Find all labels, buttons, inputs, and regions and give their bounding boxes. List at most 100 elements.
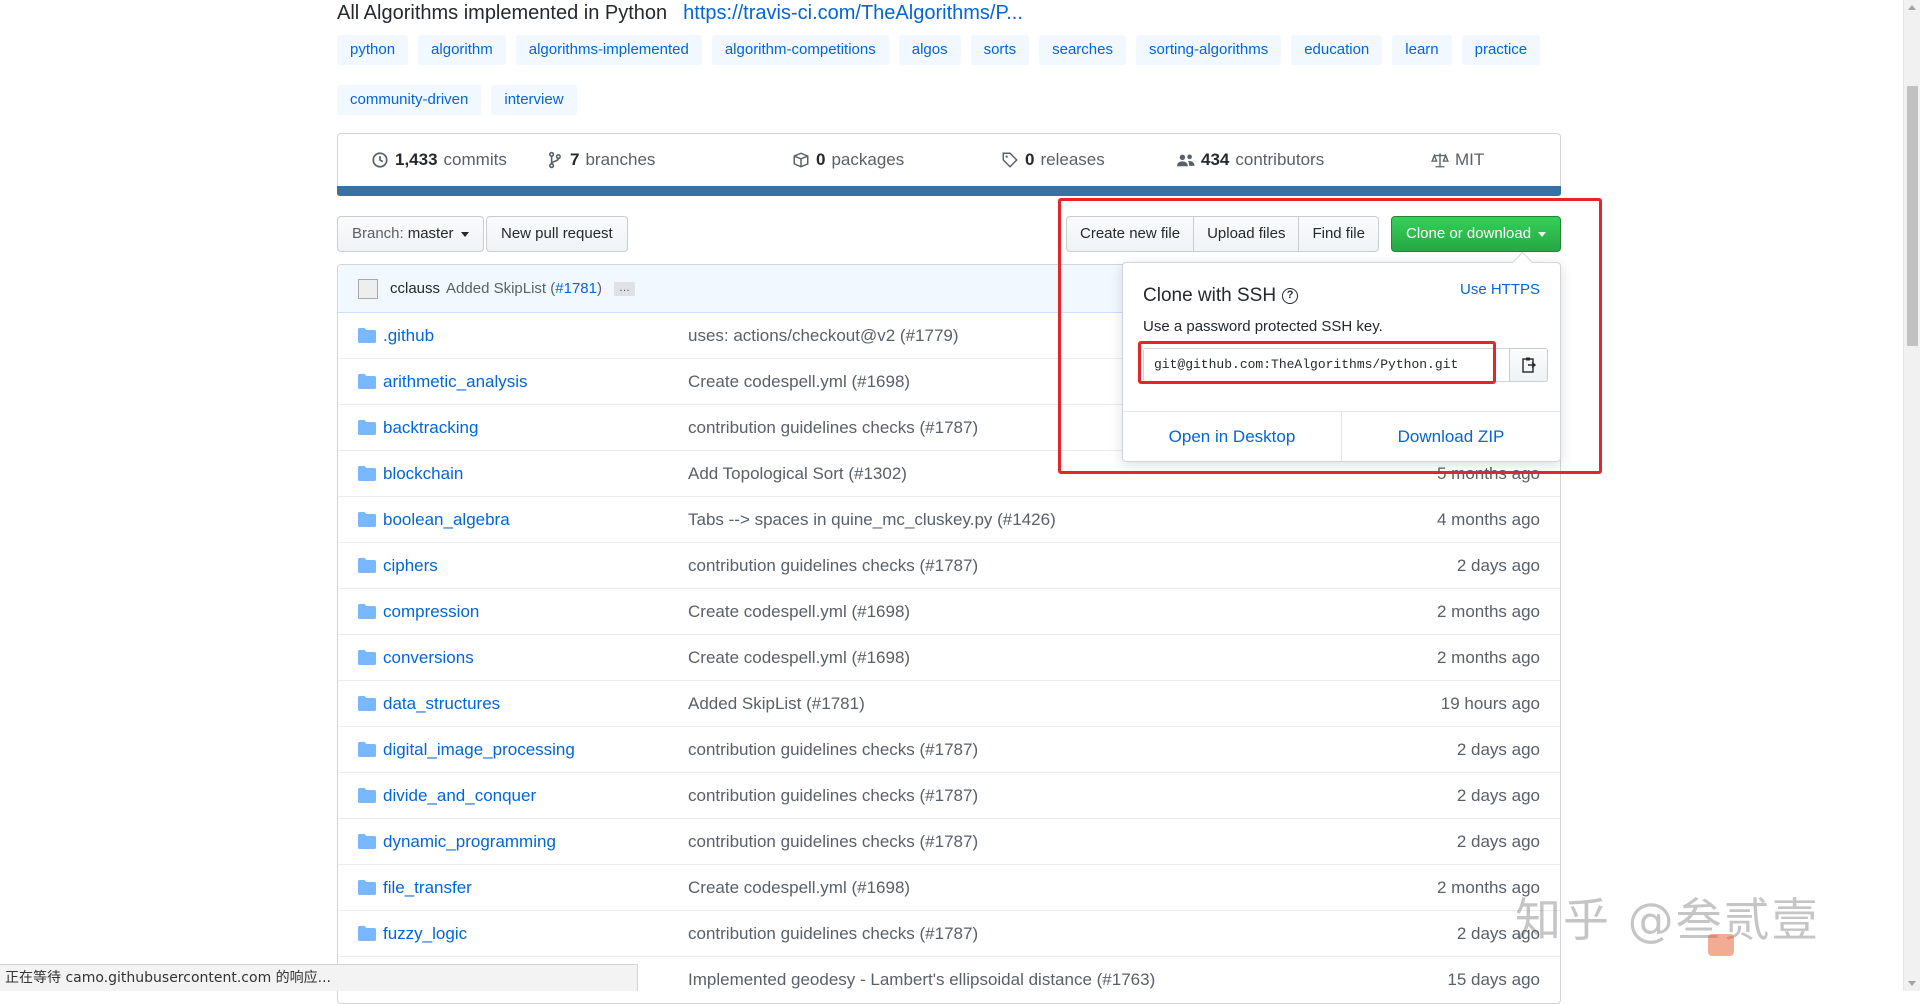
commit-pr-link[interactable]: #1781 — [555, 280, 597, 297]
table-row[interactable]: conversions Create codespell.yml (#1698) 2… — [338, 635, 1560, 681]
question-icon[interactable]: ? — [1282, 288, 1299, 304]
scrollbar-thumb[interactable] — [1907, 86, 1918, 346]
clone-popup-description: Use a password protected SSH key. — [1143, 318, 1383, 335]
table-row[interactable]: fuzzy_logic contribution guidelines check… — [338, 911, 1560, 957]
expand-commit-button[interactable]: … — [613, 281, 635, 296]
clone-url-input[interactable]: git@github.com:TheAlgorithms/Python.git — [1143, 348, 1510, 382]
file-commit-message[interactable]: Create codespell.yml (#1698) — [688, 602, 910, 622]
file-age: 5 months ago — [1436, 463, 1540, 483]
find-file-button[interactable]: Find file — [1298, 216, 1379, 252]
file-name-link[interactable]: fuzzy_logic — [383, 924, 467, 944]
file-commit-message[interactable]: Tabs --> spaces in quine_mc_cluskey.py (… — [688, 510, 1056, 530]
browser-status-bar: 正在等待 camo.githubusercontent.com 的响应... — [0, 964, 638, 991]
file-commit-message[interactable]: Create codespell.yml (#1698) — [688, 372, 910, 392]
table-row[interactable]: data_structures Added SkipList (#1781) 19 … — [338, 681, 1560, 727]
file-commit-message[interactable]: contribution guidelines checks (#1787) — [688, 924, 978, 944]
file-name-link[interactable]: data_structures — [383, 694, 500, 714]
file-commit-message[interactable]: contribution guidelines checks (#1787) — [688, 832, 978, 852]
file-commit-message[interactable]: Create codespell.yml (#1698) — [688, 878, 910, 898]
table-row[interactable]: divide_and_conquer contribution guideline… — [338, 773, 1560, 819]
file-actions-group: Create new file Upload files Find file — [1066, 216, 1379, 252]
copy-url-button[interactable] — [1509, 348, 1548, 382]
folder-icon — [358, 834, 376, 849]
branches-label: branches — [585, 150, 656, 169]
use-https-link[interactable]: Use HTTPS — [1460, 281, 1540, 298]
repo-description: All Algorithms implemented in Python — [337, 1, 668, 24]
repo-website-link[interactable]: https://travis-ci.com/TheAlgorithms/P... — [683, 2, 1023, 25]
folder-icon — [358, 742, 376, 757]
scroll-up-icon[interactable] — [1908, 5, 1916, 10]
branch-select-button[interactable]: Branch: master — [337, 216, 484, 252]
table-row[interactable]: digital_image_processing contribution gui… — [338, 727, 1560, 773]
commit-author[interactable]: cclauss — [390, 280, 440, 297]
folder-icon — [358, 466, 376, 481]
file-name-link[interactable]: conversions — [383, 648, 474, 668]
new-pull-request-button[interactable]: New pull request — [486, 216, 628, 252]
file-commit-message[interactable]: contribution guidelines checks (#1787) — [688, 556, 978, 576]
file-commit-message[interactable]: contribution guidelines checks (#1787) — [688, 786, 978, 806]
releases-link[interactable]: 0 releases — [1001, 150, 1105, 170]
file-commit-message[interactable]: uses: actions/checkout@v2 (#1779) — [688, 326, 959, 346]
avatar[interactable] — [358, 278, 378, 299]
folder-icon — [358, 374, 376, 389]
repo-numbers-summary: 1,433 commits 7 branches 0 packages 0 re… — [337, 133, 1561, 196]
open-in-desktop-button[interactable]: Open in Desktop — [1123, 412, 1342, 461]
file-name-link[interactable]: ciphers — [383, 556, 438, 576]
file-commit-message[interactable]: Create codespell.yml (#1698) — [688, 648, 910, 668]
topic-tag[interactable]: practice — [1461, 35, 1541, 65]
commits-link[interactable]: 1,433 commits — [371, 150, 507, 170]
branches-link[interactable]: 7 branches — [546, 150, 655, 170]
file-name-link[interactable]: .github — [383, 326, 434, 346]
folder-icon — [358, 696, 376, 711]
topic-tag[interactable]: learn — [1392, 35, 1452, 65]
topic-tag[interactable]: algos — [898, 35, 961, 65]
table-row[interactable]: boolean_algebra Tabs --> spaces in quine_… — [338, 497, 1560, 543]
file-name-link[interactable]: file_transfer — [383, 878, 472, 898]
topic-tag[interactable]: interview — [491, 85, 577, 115]
topic-tag[interactable]: community-driven — [337, 85, 482, 115]
file-age: 2 days ago — [1456, 555, 1540, 575]
topic-tag[interactable]: algorithm — [418, 35, 506, 65]
topic-tag[interactable]: sorts — [970, 35, 1030, 65]
file-name-link[interactable]: backtracking — [383, 418, 478, 438]
commit-message: Added SkipList (#1781) — [446, 280, 602, 297]
download-zip-button[interactable]: Download ZIP — [1342, 412, 1560, 461]
topic-tag[interactable]: algorithms-implemented — [515, 35, 702, 65]
file-name-link[interactable]: digital_image_processing — [383, 740, 575, 760]
scroll-down-icon[interactable] — [1908, 981, 1916, 986]
clone-popup-footer: Open in Desktop Download ZIP — [1123, 411, 1560, 461]
language-bar[interactable] — [337, 186, 1561, 196]
file-name-link[interactable]: boolean_algebra — [383, 510, 510, 530]
file-commit-message[interactable]: Add Topological Sort (#1302) — [688, 464, 907, 484]
packages-link[interactable]: 0 packages — [792, 150, 904, 170]
create-new-file-button[interactable]: Create new file — [1066, 216, 1195, 252]
topic-tag[interactable]: algorithm-competitions — [711, 35, 889, 65]
clone-or-download-button[interactable]: Clone or download — [1391, 216, 1562, 252]
file-commit-message[interactable]: Added SkipList (#1781) — [688, 694, 865, 714]
folder-icon — [358, 650, 376, 665]
topic-tag[interactable]: searches — [1039, 35, 1126, 65]
contributors-link[interactable]: 434 contributors — [1177, 150, 1324, 170]
table-row[interactable]: dynamic_programming contribution guidelin… — [338, 819, 1560, 865]
file-commit-message[interactable]: Implemented geodesy - Lambert's ellipsoi… — [688, 970, 1155, 990]
contributors-label: contributors — [1235, 150, 1325, 169]
file-name-link[interactable]: blockchain — [383, 464, 463, 484]
table-row[interactable]: ciphers contribution guidelines checks (#… — [338, 543, 1560, 589]
upload-files-button[interactable]: Upload files — [1193, 216, 1300, 252]
topic-tag[interactable]: sorting-algorithms — [1135, 35, 1282, 65]
folder-icon — [358, 420, 376, 435]
vertical-scrollbar[interactable] — [1903, 0, 1920, 991]
file-name-link[interactable]: compression — [383, 602, 479, 622]
file-commit-message[interactable]: contribution guidelines checks (#1787) — [688, 740, 978, 760]
file-name-link[interactable]: arithmetic_analysis — [383, 372, 528, 392]
topic-tag[interactable]: python — [337, 35, 409, 65]
topic-tag[interactable]: education — [1291, 35, 1383, 65]
table-row[interactable]: file_transfer Create codespell.yml (#1698… — [338, 865, 1560, 911]
license-link[interactable]: MIT — [1431, 150, 1484, 170]
file-name-link[interactable]: dynamic_programming — [383, 832, 556, 852]
packages-count: 0 — [816, 150, 826, 169]
file-name-link[interactable]: divide_and_conquer — [383, 786, 536, 806]
table-row[interactable]: compression Create codespell.yml (#1698) 2… — [338, 589, 1560, 635]
clone-popup: Clone with SSH ? Use HTTPS Use a passwor… — [1122, 262, 1561, 462]
file-commit-message[interactable]: contribution guidelines checks (#1787) — [688, 418, 978, 438]
